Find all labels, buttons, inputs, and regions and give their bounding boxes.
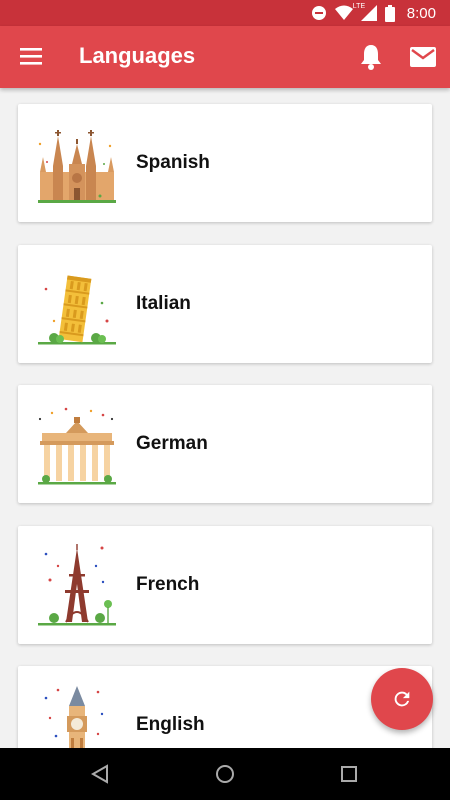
language-card-french[interactable]: French bbox=[18, 526, 432, 644]
app-bar: Languages bbox=[0, 26, 450, 88]
leaning-tower-icon bbox=[38, 275, 116, 345]
cathedral-icon bbox=[38, 130, 116, 203]
status-icons: LTE 8:00 bbox=[311, 3, 436, 23]
battery-icon bbox=[384, 4, 395, 22]
wifi-icon bbox=[334, 5, 353, 20]
bell-icon[interactable] bbox=[358, 43, 384, 71]
language-list: Spanish Italian German French English bbox=[0, 88, 450, 748]
language-card-german[interactable]: German bbox=[18, 385, 432, 503]
page-title: Languages bbox=[79, 43, 196, 68]
hamburger-menu-icon[interactable] bbox=[20, 47, 42, 65]
mail-icon[interactable] bbox=[410, 46, 436, 68]
big-ben-icon bbox=[44, 686, 104, 748]
language-label: Italian bbox=[136, 293, 191, 314]
brandenburg-gate-icon bbox=[38, 407, 116, 485]
language-label: French bbox=[136, 574, 200, 595]
language-label: German bbox=[136, 433, 208, 454]
system-navigation-bar bbox=[0, 748, 450, 800]
home-icon[interactable] bbox=[213, 762, 237, 786]
refresh-icon bbox=[394, 691, 410, 707]
refresh-button[interactable] bbox=[371, 668, 433, 730]
do-not-disturb-icon bbox=[311, 6, 326, 20]
back-icon[interactable] bbox=[89, 762, 113, 786]
language-card-italian[interactable]: Italian bbox=[18, 245, 432, 363]
status-time: 8:00 bbox=[406, 4, 436, 22]
language-card-english[interactable]: English bbox=[18, 666, 432, 748]
eiffel-tower-icon bbox=[38, 544, 116, 626]
status-bar: LTE 8:00 bbox=[0, 0, 450, 26]
signal-icon: LTE bbox=[353, 3, 377, 21]
language-card-spanish[interactable]: Spanish bbox=[18, 104, 432, 222]
language-label: English bbox=[136, 714, 205, 735]
recents-icon[interactable] bbox=[337, 762, 361, 786]
language-label: Spanish bbox=[136, 152, 210, 173]
network-type-label: LTE bbox=[352, 3, 366, 10]
